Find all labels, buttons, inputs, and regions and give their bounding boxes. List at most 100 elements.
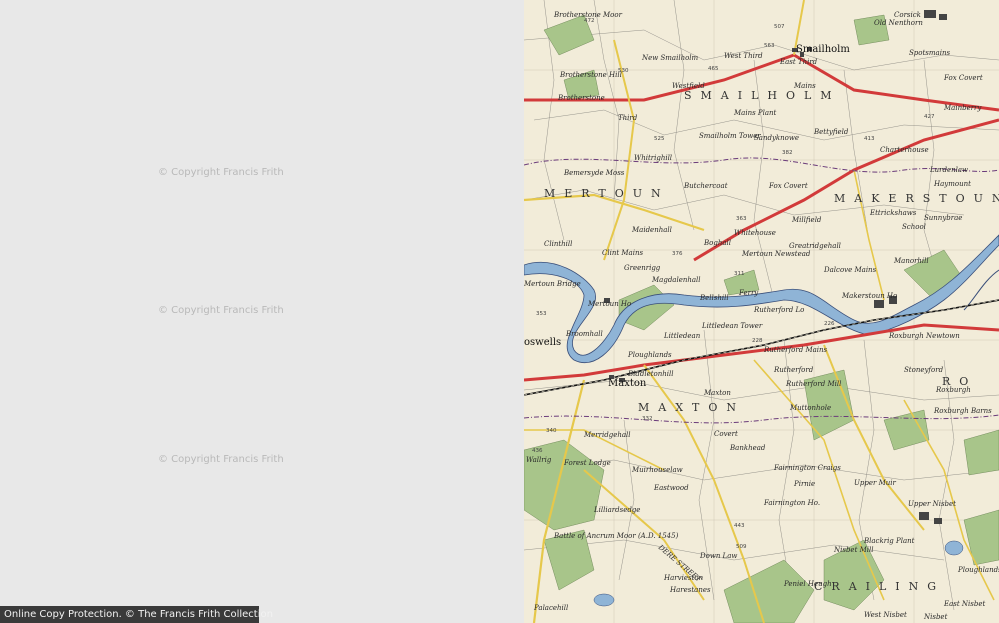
svg-text:Haymount: Haymount — [933, 180, 971, 188]
svg-text:Rutherford Mill: Rutherford Mill — [785, 380, 841, 388]
svg-text:Rutherford Mains: Rutherford Mains — [763, 346, 828, 354]
svg-text:Bankhead: Bankhead — [729, 444, 766, 452]
svg-text:Nisbet: Nisbet — [923, 613, 948, 621]
svg-text:Ettrickshaws: Ettrickshaws — [869, 209, 917, 217]
svg-text:Spotsmains: Spotsmains — [909, 49, 950, 57]
copyright-watermark: © Copyright Francis Frith — [158, 305, 284, 316]
svg-text:Magdalenhall: Magdalenhall — [651, 276, 701, 284]
svg-text:228: 228 — [752, 338, 763, 344]
copyright-watermark: © Copyright Francis Frith — [158, 167, 284, 178]
svg-text:Maidenhall: Maidenhall — [631, 226, 672, 234]
svg-text:Pirnie: Pirnie — [793, 480, 815, 488]
svg-text:Clint Mains: Clint Mains — [602, 249, 643, 257]
pond — [944, 540, 964, 556]
svg-text:Greenrigg: Greenrigg — [624, 264, 661, 272]
svg-text:Old Nenthorn: Old Nenthorn — [874, 19, 923, 27]
svg-text:311: 311 — [734, 271, 745, 277]
svg-text:Peniel Heugh: Peniel Heugh — [783, 580, 832, 588]
svg-text:Merridgehall: Merridgehall — [583, 431, 631, 439]
svg-text:New Smailholm: New Smailholm — [641, 54, 699, 62]
svg-text:413: 413 — [864, 136, 875, 142]
historic-os-map[interactable]: SMAILHOLM MERTOUN MAKERSTOUN MAXTON RO C… — [524, 0, 999, 623]
svg-text:Rutherford Lo: Rutherford Lo — [753, 306, 804, 314]
svg-text:436: 436 — [532, 448, 543, 454]
svg-text:Roxburgh Newtown: Roxburgh Newtown — [888, 332, 960, 340]
svg-text:Wallrig: Wallrig — [526, 456, 552, 464]
parish-label-smailholm: SMAILHOLM — [684, 89, 841, 102]
svg-text:509: 509 — [736, 544, 747, 550]
svg-text:Boghall: Boghall — [703, 239, 731, 247]
svg-text:Mertoun Ho: Mertoun Ho — [587, 300, 631, 308]
svg-text:Charterhouse: Charterhouse — [880, 146, 929, 154]
svg-text:Makerstoun Ho: Makerstoun Ho — [841, 292, 897, 300]
svg-text:Bellshill: Bellshill — [699, 294, 729, 302]
svg-text:Ploughlands: Ploughlands — [627, 351, 672, 359]
parish-label-maxton: MAXTON — [638, 401, 745, 414]
svg-text:West Nisbet: West Nisbet — [864, 611, 907, 619]
svg-text:Brotherstone: Brotherstone — [557, 94, 605, 102]
svg-text:Biddletonhill: Biddletonhill — [627, 370, 674, 378]
svg-text:Lilliardsedge: Lilliardsedge — [593, 506, 640, 514]
svg-text:Upper Muir: Upper Muir — [854, 479, 896, 487]
svg-text:Greatridgehall: Greatridgehall — [789, 242, 841, 250]
svg-text:Corsick: Corsick — [894, 11, 921, 19]
svg-text:Littledean Tower: Littledean Tower — [701, 322, 763, 330]
empty-preview-area: © Copyright Francis Frith © Copyright Fr… — [0, 0, 524, 623]
svg-text:465: 465 — [708, 66, 719, 72]
town-label-smailholm: Smailholm — [796, 44, 850, 55]
svg-text:Covert: Covert — [714, 430, 738, 438]
svg-text:472: 472 — [584, 18, 595, 24]
svg-text:Smailholm Tower: Smailholm Tower — [699, 132, 761, 140]
parish-label-mertoun: MERTOUN — [544, 187, 670, 200]
svg-text:Rutherford: Rutherford — [773, 366, 814, 374]
svg-text:School: School — [902, 223, 926, 231]
svg-text:Westfield: Westfield — [672, 82, 705, 90]
map-canvas[interactable]: SMAILHOLM MERTOUN MAKERSTOUN MAXTON RO C… — [524, 0, 999, 623]
svg-text:Manorhill: Manorhill — [893, 257, 929, 265]
svg-text:Broomhall: Broomhall — [565, 330, 603, 338]
svg-text:Upper Nisbet: Upper Nisbet — [908, 500, 956, 508]
svg-text:353: 353 — [536, 311, 547, 317]
svg-text:Roxburgh Barns: Roxburgh Barns — [933, 407, 992, 415]
svg-text:Harestanes: Harestanes — [669, 586, 711, 594]
svg-text:Brotherstone Hill: Brotherstone Hill — [559, 71, 622, 79]
svg-text:Sunnybrae: Sunnybrae — [924, 214, 962, 222]
svg-text:Roxburgh: Roxburgh — [935, 386, 971, 394]
svg-text:Mertoun Newstead: Mertoun Newstead — [741, 250, 811, 258]
svg-text:East Third: East Third — [779, 58, 818, 66]
svg-text:Ferry: Ferry — [738, 289, 759, 297]
svg-text:530: 530 — [618, 68, 629, 74]
svg-text:382: 382 — [782, 150, 793, 156]
town-label-boswells: oswells — [524, 337, 561, 348]
svg-text:Fox Covert: Fox Covert — [943, 74, 983, 82]
svg-text:Harvieston: Harvieston — [663, 574, 704, 582]
svg-text:Fox Covert: Fox Covert — [768, 182, 808, 190]
svg-text:Dalcove Mains: Dalcove Mains — [823, 266, 877, 274]
svg-text:Fairnington Ho.: Fairnington Ho. — [763, 499, 820, 507]
svg-text:Clinthill: Clinthill — [544, 240, 572, 248]
copyright-watermark: © Copyright Francis Frith — [158, 454, 284, 465]
svg-text:Nisbet Mill: Nisbet Mill — [833, 546, 874, 554]
svg-text:376: 376 — [672, 251, 683, 257]
svg-text:Mainberry: Mainberry — [943, 104, 982, 112]
town-label-maxton: Maxton — [608, 378, 647, 389]
svg-text:Blackrig Plant: Blackrig Plant — [863, 537, 915, 545]
svg-text:507: 507 — [774, 24, 785, 30]
svg-text:Littledean: Littledean — [663, 332, 701, 340]
svg-text:Mains: Mains — [793, 82, 816, 90]
svg-text:427: 427 — [924, 114, 935, 120]
svg-text:Millfield: Millfield — [791, 216, 822, 224]
svg-text:Lurdenlaw: Lurdenlaw — [929, 166, 968, 174]
svg-text:Forest Lodge: Forest Lodge — [563, 459, 611, 467]
svg-text:Butchercoat: Butchercoat — [683, 182, 728, 190]
svg-text:Third: Third — [618, 114, 638, 122]
svg-text:Whitehouse: Whitehouse — [734, 229, 776, 237]
pond — [593, 593, 615, 607]
parish-label-makerstoun: MAKERSTOUN — [834, 192, 999, 205]
svg-text:Down Law: Down Law — [699, 552, 737, 560]
svg-text:Bemersyde Moss: Bemersyde Moss — [563, 169, 625, 177]
svg-text:West Third: West Third — [724, 52, 763, 60]
svg-text:Fairnington Craigs: Fairnington Craigs — [773, 464, 841, 472]
parish-label-crailing: CRAILING — [814, 580, 945, 593]
svg-text:Mertoun Bridge: Mertoun Bridge — [524, 280, 581, 288]
